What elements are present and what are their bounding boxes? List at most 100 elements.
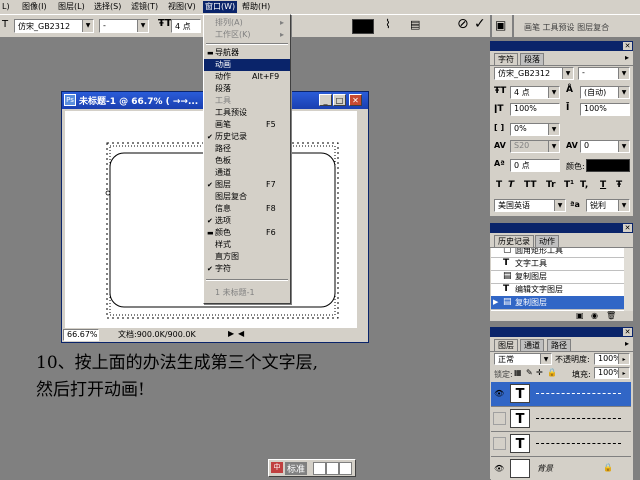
opacity-input[interactable]: 100% ▸ xyxy=(594,353,630,365)
lock-image-icon[interactable]: ✎ xyxy=(526,368,533,377)
maximize-button[interactable]: □ xyxy=(333,94,346,106)
menu-item-styles[interactable]: 样式 xyxy=(204,239,290,251)
menu-item-actions[interactable]: 动作 Alt+F9 xyxy=(204,71,290,83)
lock-transparency-icon[interactable]: ▦ xyxy=(514,368,522,377)
char-font-size-input[interactable]: 4 点 ▼ xyxy=(510,86,560,99)
eye-icon[interactable]: 👁 xyxy=(494,464,504,473)
all-caps-button[interactable]: TT xyxy=(524,180,537,190)
menu-item-channels[interactable]: 通道 xyxy=(204,167,290,179)
char-font-style-select[interactable]: - ▼ xyxy=(578,67,630,80)
trash-icon[interactable]: 🗑 xyxy=(606,311,616,320)
ime-logo-icon[interactable]: 中 xyxy=(271,462,283,473)
menu-item-swatches[interactable]: 色板 xyxy=(204,155,290,167)
menu-item-brushes[interactable]: 画笔 F5 xyxy=(204,119,290,131)
menu-item-paths[interactable]: 路径 xyxy=(204,143,290,155)
close-icon[interactable]: ✕ xyxy=(623,42,632,50)
char-leading-input[interactable]: (自动) ▼ xyxy=(580,86,630,99)
layer-row-text-2[interactable]: T xyxy=(491,407,631,432)
menu-view[interactable]: 视图(V) xyxy=(166,1,198,13)
palettes-toggle-icon[interactable]: ▤ xyxy=(410,18,420,31)
panel-menu-icon[interactable]: ▸ xyxy=(625,53,629,62)
close-icon[interactable]: ✕ xyxy=(623,328,632,336)
underline-button[interactable]: T xyxy=(600,180,606,190)
language-select[interactable]: 美国英语 ▼ xyxy=(494,199,566,212)
menu-item-recent-doc[interactable]: 1 未标题-1 xyxy=(204,287,290,299)
cancel-icon[interactable]: ⊘ xyxy=(457,16,469,32)
menu-item-layers[interactable]: ✔ 图层 F7 xyxy=(204,179,290,191)
char-font-family-select[interactable]: 仿宋_GB2312 ▼ xyxy=(494,67,574,80)
close-icon[interactable]: ✕ xyxy=(623,224,632,232)
fill-input[interactable]: 100% ▸ xyxy=(594,367,630,379)
new-document-icon[interactable]: ▣ xyxy=(576,311,584,320)
menu-item-info[interactable]: 信息 F8 xyxy=(204,203,290,215)
layer-row-text-1[interactable]: T xyxy=(491,432,631,457)
file-browser-icon[interactable]: ▣ xyxy=(492,15,512,37)
char-color-swatch[interactable] xyxy=(586,159,630,172)
menu-item-color[interactable]: ▬ 颜色 F6 xyxy=(204,227,290,239)
menu-fragment[interactable]: L) xyxy=(0,1,12,13)
layer-row-text-3[interactable]: 👁 T xyxy=(491,382,631,407)
panel-title-bar[interactable]: ✕ xyxy=(490,327,633,337)
visibility-box[interactable] xyxy=(493,437,506,450)
text-color-swatch[interactable] xyxy=(352,19,374,34)
menu-image[interactable]: 图像(I) xyxy=(20,1,49,13)
font-family-select[interactable]: 仿宋_GB2312 ▼ xyxy=(14,19,94,33)
menu-item-animation[interactable]: 动画 xyxy=(204,59,290,71)
status-menu-arrow-icon[interactable]: ▶ xyxy=(228,329,234,338)
menu-item-character[interactable]: ✔ 字符 xyxy=(204,263,290,275)
menu-window[interactable]: 窗口(W) xyxy=(203,1,238,13)
tab-layers[interactable]: 图层 xyxy=(494,339,518,351)
tab-character[interactable]: 字符 xyxy=(494,53,518,65)
char-baseline-shift-input[interactable]: 0 点 xyxy=(510,159,560,172)
panel-menu-icon[interactable]: ▸ xyxy=(625,339,629,348)
small-caps-button[interactable]: Tr xyxy=(546,180,556,190)
history-item[interactable]: T 编辑文字图层 xyxy=(491,283,624,297)
lock-all-icon[interactable]: 🔒 xyxy=(547,368,557,377)
menu-layer[interactable]: 图层(L) xyxy=(56,1,87,13)
char-horizontal-scale-input[interactable]: 100% xyxy=(580,103,630,116)
menu-item-tools[interactable]: 工具 xyxy=(204,95,290,107)
menu-item-layer-comps[interactable]: 图层复合 xyxy=(204,191,290,203)
menu-item-tool-presets[interactable]: 工具预设 xyxy=(204,107,290,119)
menu-help[interactable]: 帮助(H) xyxy=(240,1,272,13)
visibility-box[interactable] xyxy=(493,412,506,425)
menu-item-arrange[interactable]: 排列(A) ▸ xyxy=(204,17,290,29)
new-snapshot-icon[interactable]: ◉ xyxy=(591,311,598,320)
strikethrough-button[interactable]: Ŧ xyxy=(616,180,622,190)
superscript-button[interactable]: T¹ xyxy=(564,180,574,190)
faux-italic-button[interactable]: T xyxy=(508,180,514,190)
warp-text-icon[interactable]: ⌇ xyxy=(385,17,391,31)
antialias-select[interactable]: 锐利 ▼ xyxy=(586,199,630,212)
ime-mode-label[interactable]: 标准 xyxy=(285,462,308,475)
tab-actions[interactable]: 动作 xyxy=(535,235,559,247)
history-scrollbar[interactable] xyxy=(624,248,633,311)
menu-item-history[interactable]: ✔ 历史记录 xyxy=(204,131,290,143)
eye-icon[interactable]: 👁 xyxy=(494,389,504,398)
char-kerning-select[interactable]: S20 ▼ xyxy=(510,140,560,153)
type-tool-icon[interactable]: T xyxy=(2,19,8,30)
ime-button-2[interactable] xyxy=(326,462,339,475)
minimize-button[interactable]: _ xyxy=(319,94,332,106)
lock-position-icon[interactable]: ✛ xyxy=(536,368,543,377)
history-item[interactable]: ▤ 复制图层 xyxy=(491,270,624,284)
menu-item-options[interactable]: ✔ 选项 xyxy=(204,215,290,227)
menu-item-navigator[interactable]: ▬ 导航器 xyxy=(204,47,290,59)
palette-well-label[interactable]: 画笔 工具预设 图层复合 xyxy=(524,22,609,33)
char-vertical-scale-input[interactable]: 100% xyxy=(510,103,560,116)
menu-item-histogram[interactable]: 直方图 xyxy=(204,251,290,263)
subscript-button[interactable]: T, xyxy=(580,180,588,190)
ime-button-1[interactable] xyxy=(313,462,326,475)
tab-paths[interactable]: 路径 xyxy=(547,339,571,351)
panel-title-bar[interactable]: ✕ xyxy=(490,41,633,51)
font-size-input[interactable]: 4 点 xyxy=(171,19,201,33)
tab-paragraph[interactable]: 段落 xyxy=(520,53,544,65)
char-tracking-select[interactable]: 0 ▼ xyxy=(580,140,630,153)
history-item-selected[interactable]: ▶ ▤ 复制图层 xyxy=(491,296,624,310)
tab-history[interactable]: 历史记录 xyxy=(494,235,534,247)
menu-select[interactable]: 选择(S) xyxy=(92,1,123,13)
zoom-field[interactable]: 66.67% xyxy=(63,329,99,341)
char-kerning-ratio-select[interactable]: 0% ▼ xyxy=(510,123,560,136)
history-item[interactable]: T 文字工具 xyxy=(491,257,624,271)
blend-mode-select[interactable]: 正常 ▼ xyxy=(494,353,552,365)
menu-filter[interactable]: 滤镜(T) xyxy=(129,1,160,13)
